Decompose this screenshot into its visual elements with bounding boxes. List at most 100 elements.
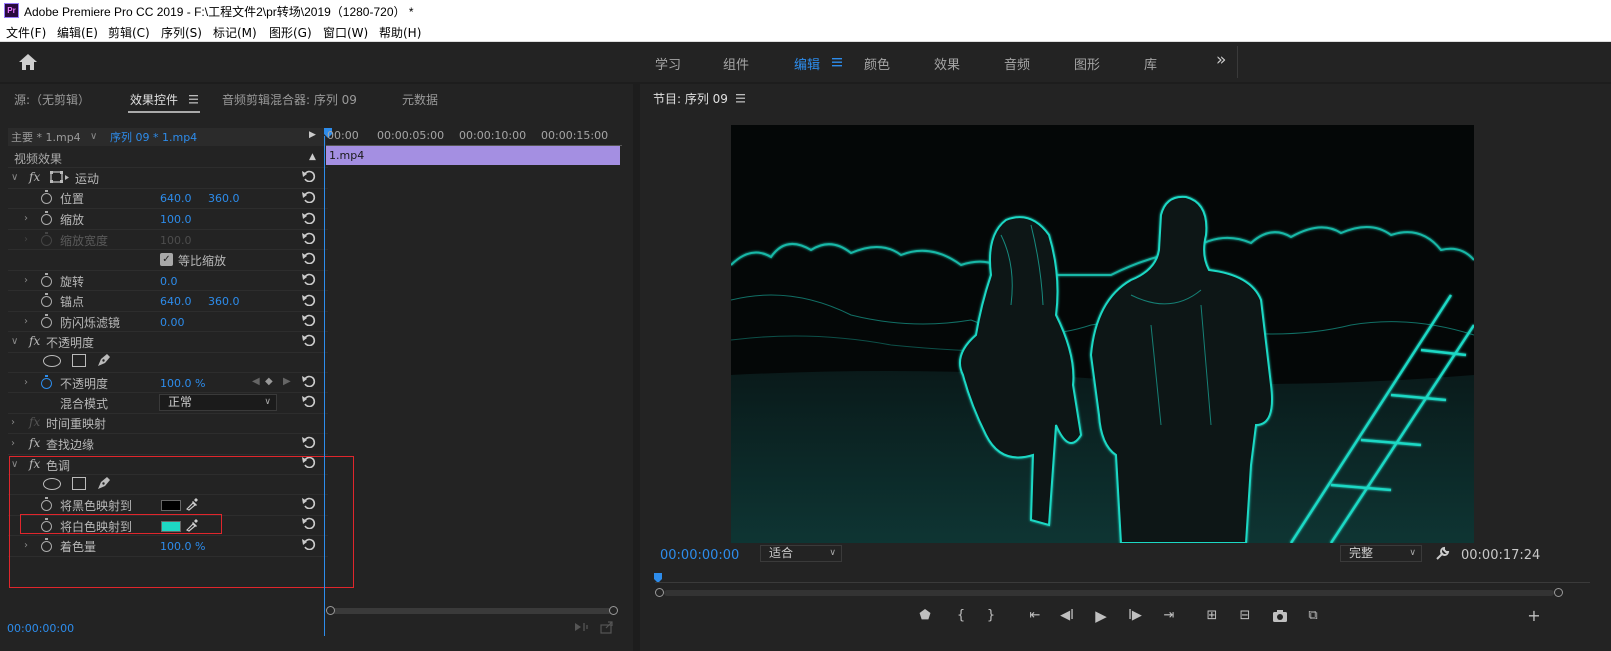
wrench-icon[interactable] [1435, 546, 1450, 561]
export-icon[interactable] [600, 620, 614, 634]
workspace-learn[interactable]: 学习 [655, 54, 681, 73]
fx-icon[interactable]: fx [29, 170, 40, 184]
workspace-graphics[interactable]: 图形 [1074, 54, 1100, 73]
camera-icon[interactable] [1272, 609, 1288, 623]
lift-button[interactable]: ⊞ [1203, 608, 1221, 624]
mark-in-button[interactable]: { [952, 608, 970, 624]
fx-icon[interactable]: fx [29, 436, 40, 450]
rotation-value[interactable]: 0.0 [160, 275, 178, 288]
expand-chevron-icon[interactable]: ∨ [11, 336, 18, 347]
more-workspaces-button[interactable]: » [1216, 50, 1226, 70]
program-timecode[interactable]: 00:00:00:00 [660, 548, 739, 563]
menu-graphics[interactable]: 图形(G) [269, 24, 312, 41]
workspace-libraries[interactable]: 库 [1144, 54, 1157, 73]
reset-icon[interactable] [302, 375, 316, 387]
menu-sequence[interactable]: 序列(S) [161, 24, 202, 41]
fx-icon[interactable]: fx [29, 334, 40, 348]
stopwatch-icon[interactable] [41, 273, 52, 287]
sequence-clip-label[interactable]: 序列 09 * 1.mp4 [110, 129, 197, 145]
workspace-color[interactable]: 颜色 [864, 54, 890, 73]
play-button[interactable]: ▶ [1092, 608, 1110, 624]
reset-icon[interactable] [302, 436, 316, 448]
reset-icon[interactable] [302, 232, 316, 244]
add-marker-button[interactable]: ⬟ [916, 608, 934, 624]
extract-button[interactable]: ⊟ [1236, 608, 1254, 624]
expand-chevron-icon[interactable]: › [24, 377, 28, 388]
uniform-scale-checkbox[interactable]: ✓ [160, 253, 173, 266]
tab-effect-controls[interactable]: 效果控件 [130, 91, 178, 108]
program-zoom-scrollbar[interactable] [664, 590, 1554, 596]
menu-window[interactable]: 窗口(W) [323, 24, 368, 41]
expand-chevron-icon[interactable]: › [11, 438, 15, 449]
antiflicker-value[interactable]: 0.00 [160, 316, 185, 329]
menu-file[interactable]: 文件(F) [6, 24, 46, 41]
panel-menu-icon[interactable] [189, 95, 198, 104]
reset-icon[interactable] [302, 252, 316, 264]
menu-clip[interactable]: 剪辑(C) [108, 24, 150, 41]
transform-icon[interactable] [50, 171, 70, 184]
current-timecode[interactable]: 00:00:00:00 [7, 622, 74, 635]
rectangle-mask-icon[interactable] [72, 354, 86, 367]
ellipse-mask-icon[interactable] [43, 355, 61, 367]
play-audio-icon[interactable] [574, 621, 590, 633]
expand-chevron-icon[interactable]: › [24, 213, 28, 224]
position-y-value[interactable]: 360.0 [208, 192, 240, 205]
prev-keyframe-icon[interactable]: ◀ [252, 376, 260, 387]
go-to-in-button[interactable]: ⇤ [1026, 608, 1044, 624]
master-clip-label[interactable]: 主要 * 1.mp4 [11, 129, 81, 145]
expand-chevron-icon[interactable]: › [24, 316, 28, 327]
panel-menu-icon[interactable] [736, 94, 745, 103]
scroll-handle-left[interactable] [655, 588, 664, 597]
program-monitor-title[interactable]: 节目: 序列 09 [653, 90, 728, 107]
expand-chevron-icon[interactable]: ∨ [11, 172, 18, 183]
quality-dropdown[interactable]: 完整 ∨ [1340, 545, 1422, 562]
add-keyframe-icon[interactable]: ◆ [265, 376, 273, 387]
reset-icon[interactable] [302, 314, 316, 326]
step-back-button[interactable]: ◀I [1058, 608, 1076, 624]
reset-icon[interactable] [302, 334, 316, 346]
next-keyframe-icon[interactable]: ▶ [283, 376, 291, 387]
reset-icon[interactable] [302, 395, 316, 407]
anchor-y-value[interactable]: 360.0 [208, 295, 240, 308]
scroll-handle-right[interactable] [1554, 588, 1563, 597]
menu-help[interactable]: 帮助(H) [379, 24, 421, 41]
workspace-audio[interactable]: 音频 [1004, 54, 1030, 73]
workspace-menu-icon[interactable] [832, 57, 842, 67]
home-icon[interactable] [18, 53, 38, 71]
reset-icon[interactable] [302, 170, 316, 182]
compare-view-button[interactable]: ⧉ [1304, 608, 1322, 624]
reset-icon[interactable] [302, 273, 316, 285]
tab-audio-clip-mixer[interactable]: 音频剪辑混合器: 序列 09 [222, 91, 357, 108]
reset-icon[interactable] [302, 294, 316, 306]
workspace-effects[interactable]: 效果 [934, 54, 960, 73]
position-x-value[interactable]: 640.0 [160, 192, 192, 205]
scroll-handle-right[interactable] [609, 606, 618, 615]
stopwatch-icon[interactable] [41, 190, 52, 204]
workspace-editing[interactable]: 编辑 [794, 54, 820, 73]
add-button-icon[interactable]: + [1525, 608, 1543, 624]
reset-icon[interactable] [302, 191, 316, 203]
expand-chevron-icon[interactable]: › [24, 275, 28, 286]
pen-mask-icon[interactable] [96, 352, 112, 368]
reset-icon[interactable] [302, 212, 316, 224]
time-ruler[interactable] [655, 582, 1590, 583]
timeline-zoom-scrollbar[interactable] [332, 608, 612, 614]
stopwatch-icon[interactable] [41, 293, 52, 307]
stopwatch-icon[interactable] [41, 211, 52, 225]
opacity-value[interactable]: 100.0 % [160, 377, 205, 390]
scale-value[interactable]: 100.0 [160, 213, 192, 226]
mark-out-button[interactable]: } [982, 608, 1000, 624]
clip-bar[interactable]: 1.mp4 [326, 146, 620, 165]
menu-edit[interactable]: 编辑(E) [57, 24, 98, 41]
stopwatch-icon[interactable] [41, 314, 52, 328]
go-to-out-button[interactable]: ⇥ [1160, 608, 1178, 624]
chevron-down-icon[interactable]: ∨ [90, 131, 97, 142]
collapse-icon[interactable]: ▲ [309, 152, 316, 162]
anchor-x-value[interactable]: 640.0 [160, 295, 192, 308]
scroll-handle-left[interactable] [326, 606, 335, 615]
video-preview[interactable] [731, 125, 1474, 543]
blend-mode-dropdown[interactable]: 正常 ∨ [159, 394, 277, 411]
expand-chevron-icon[interactable]: › [11, 417, 15, 428]
tab-source[interactable]: 源:（无剪辑） [14, 91, 90, 108]
menu-marker[interactable]: 标记(M) [213, 24, 257, 41]
